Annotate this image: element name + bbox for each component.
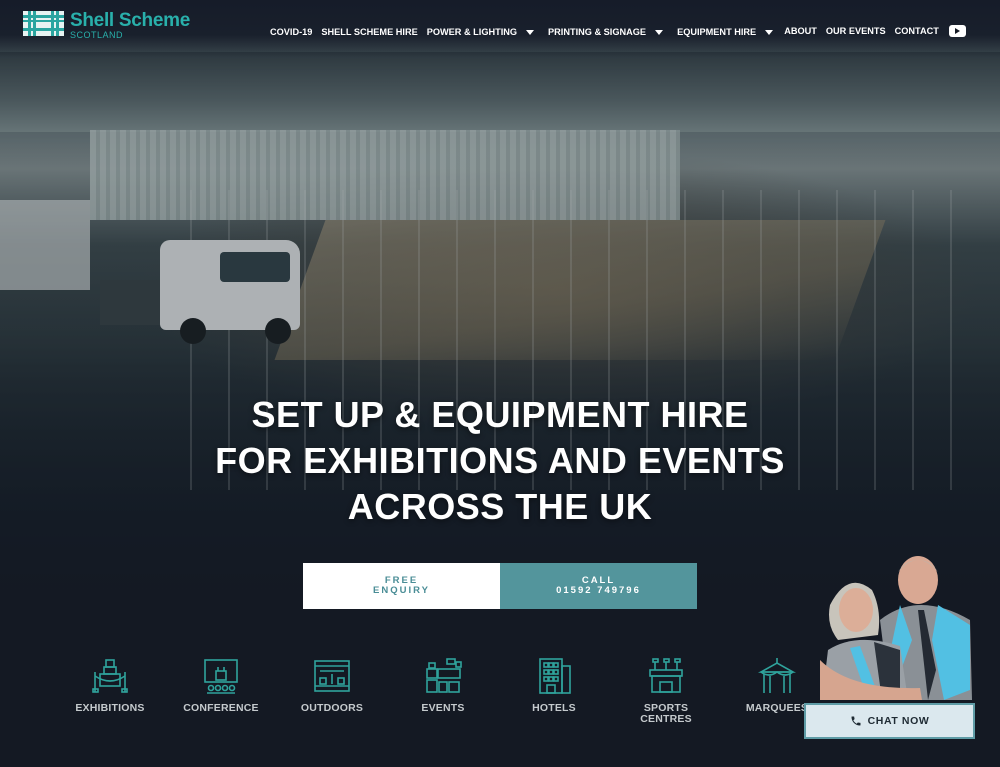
exhibition-stand-icon — [92, 659, 128, 693]
category-events[interactable]: EVENTS — [388, 656, 498, 714]
category-exhibitions[interactable]: EXHIBITIONS — [55, 656, 165, 714]
phone-icon — [851, 716, 861, 726]
chevron-down-icon — [655, 29, 664, 35]
nav-printing-signage[interactable]: PRINTING & SIGNAGE — [548, 27, 664, 37]
cta-group: FREE ENQUIRY CALL 01592 749796 — [303, 563, 697, 609]
nav-contact[interactable]: CONTACT — [895, 26, 939, 36]
free-enquiry-button[interactable]: FREE ENQUIRY — [303, 563, 500, 609]
logo[interactable]: Shell Scheme SCOTLAND — [23, 11, 190, 40]
category-conference[interactable]: CONFERENCE — [166, 656, 276, 714]
owners-photo — [820, 556, 972, 700]
nav-label: POWER & LIGHTING — [426, 27, 518, 37]
hero-headline-line-2: FOR EXHIBITIONS AND EVENTS — [215, 440, 785, 481]
nav-power-lighting[interactable]: POWER & LIGHTING — [426, 27, 535, 37]
hero-headline: SET UP & EQUIPMENT HIRE FOR EXHIBITIONS … — [0, 392, 1000, 530]
nav-label: EQUIPMENT HIRE — [677, 27, 757, 37]
call-button[interactable]: CALL 01592 749796 — [500, 563, 697, 609]
outdoor-stage-icon — [314, 660, 350, 692]
brand-subtitle: SCOTLAND — [70, 30, 124, 40]
nav-label: SHELL SCHEME HIRE — [321, 27, 418, 37]
category-label: SPORTS CENTRES — [640, 702, 692, 725]
hero-headline-line-3: ACROSS THE UK — [347, 486, 653, 527]
nav-label: PRINTING & SIGNAGE — [548, 27, 647, 37]
category-outdoors[interactable]: OUTDOORS — [277, 656, 387, 714]
chat-now-button[interactable]: CHAT NOW — [804, 703, 975, 739]
event-layout-icon — [426, 658, 462, 693]
call-phone-number: 01592 749796 — [556, 585, 641, 596]
conference-podium-icon — [204, 659, 238, 694]
stadium-icon — [649, 658, 683, 693]
free-enquiry-line-2: ENQUIRY — [373, 585, 430, 596]
tartan-logo-icon — [23, 11, 64, 36]
nav-shell-scheme-hire[interactable]: SHELL SCHEME HIRE — [321, 27, 417, 37]
nav-equipment-hire[interactable]: EQUIPMENT HIRE — [677, 27, 774, 37]
hotel-building-icon — [539, 658, 571, 694]
hero-headline-line-1: SET UP & EQUIPMENT HIRE — [251, 394, 749, 435]
nav-label: OUR EVENTS — [825, 25, 886, 36]
brand-name: Shell Scheme — [70, 10, 190, 31]
category-label: OUTDOORS — [300, 702, 364, 714]
marquee-tent-icon — [757, 658, 797, 693]
category-label: HOTELS — [532, 702, 576, 714]
nav-label: ABOUT — [784, 25, 817, 36]
nav-covid-19[interactable]: COVID-19 — [270, 27, 312, 37]
nav-label: COVID-19 — [270, 27, 313, 37]
main-menu: COVID-19 SHELL SCHEME HIRE POWER & LIGHT… — [270, 25, 966, 37]
nav-about[interactable]: ABOUT — [784, 26, 817, 36]
youtube-icon[interactable] — [948, 25, 966, 37]
category-label: EXHIBITIONS — [75, 702, 145, 714]
category-label: EVENTS — [421, 702, 465, 714]
chevron-down-icon — [765, 29, 774, 35]
chevron-down-icon — [526, 29, 535, 35]
category-hotels[interactable]: HOTELS — [499, 656, 609, 714]
nav-our-events[interactable]: OUR EVENTS — [826, 26, 886, 36]
chat-now-label: CHAT NOW — [867, 715, 930, 727]
category-sports-centres[interactable]: SPORTS CENTRES — [611, 656, 721, 725]
top-navigation: Shell Scheme SCOTLAND COVID-19 SHELL SCH… — [0, 0, 1000, 58]
nav-label: CONTACT — [894, 25, 939, 36]
category-label: CONFERENCE — [183, 702, 259, 714]
